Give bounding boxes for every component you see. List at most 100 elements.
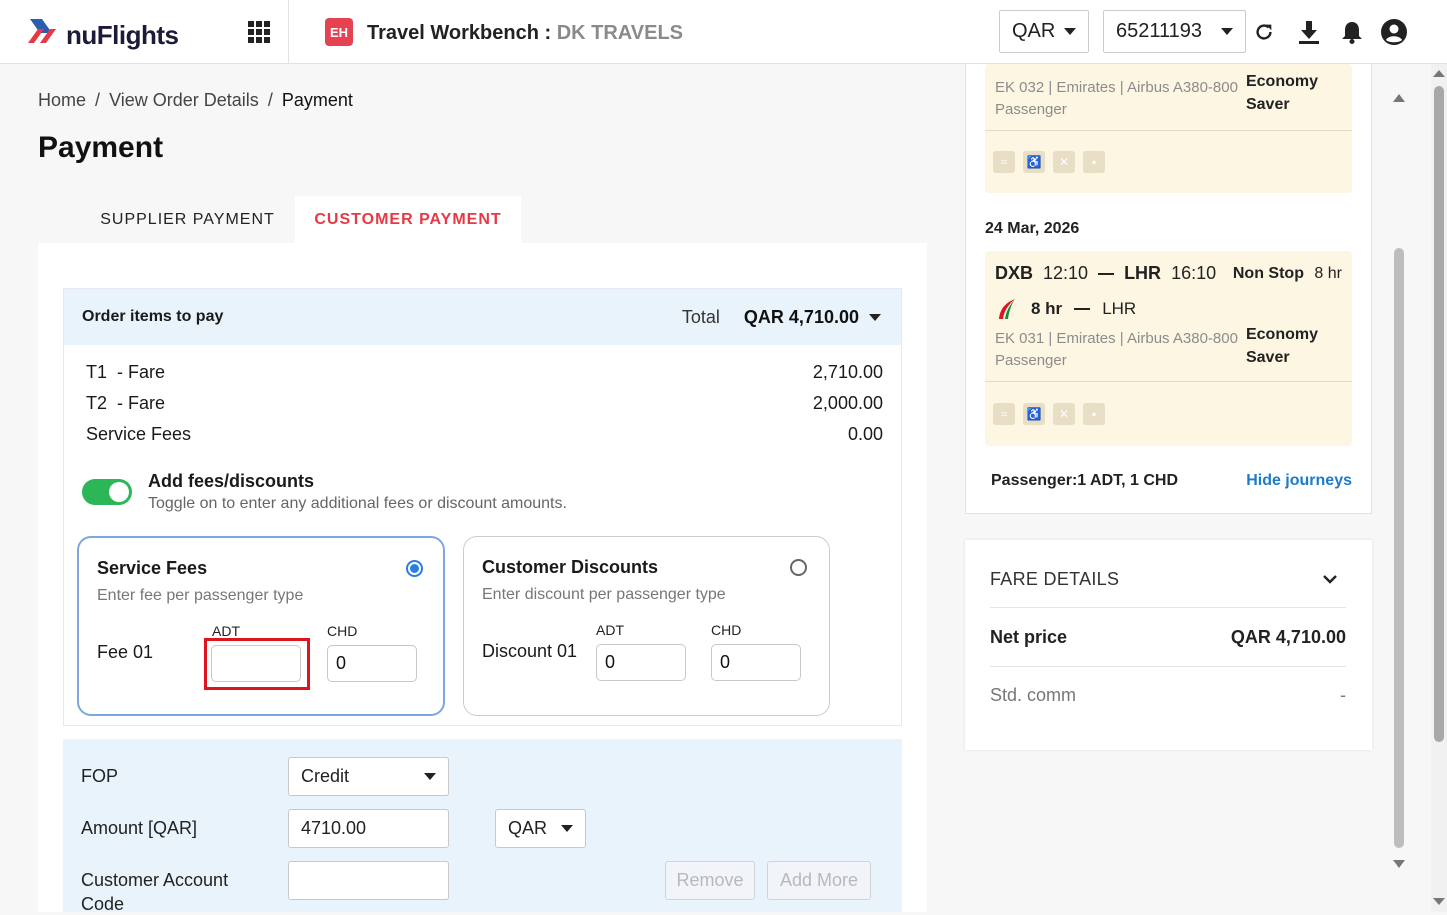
chevron-down-icon[interactable]: [869, 313, 881, 321]
departure-time: 12:10: [1043, 263, 1089, 283]
add-fees-toggle[interactable]: [82, 479, 132, 505]
hide-journeys-link[interactable]: Hide journeys: [1246, 472, 1352, 490]
order-line-item: T2 - Fare 2,000.00: [86, 393, 883, 414]
fare-details-title: FARE DETAILS: [990, 569, 1120, 589]
tab-supplier-payment[interactable]: SUPPLIER PAYMENT: [80, 196, 295, 244]
currency-select[interactable]: QAR: [999, 10, 1089, 53]
breadcrumb-separator: /: [267, 90, 273, 110]
fee-chd-input[interactable]: 0: [327, 645, 417, 682]
discount-adt-input[interactable]: 0: [596, 644, 686, 681]
breadcrumb: Home / View Order Details / Payment: [38, 90, 353, 111]
service-fees-title: Service Fees: [97, 558, 208, 578]
line-item-label: Service Fees: [86, 424, 192, 444]
journey-scrollbar[interactable]: [1385, 88, 1413, 878]
fop-select[interactable]: Credit: [288, 757, 449, 796]
scroll-down-icon[interactable]: [1433, 898, 1445, 905]
fop-value: Credit: [301, 766, 350, 786]
refresh-icon[interactable]: [1251, 19, 1277, 45]
flight-route: DXB 12:10 LHR 16:10: [995, 263, 1216, 284]
seat-icon: ♿: [1023, 151, 1045, 173]
line-item-amount: 2,710.00: [812, 362, 883, 382]
amount-input[interactable]: 4710.00: [288, 809, 449, 848]
amount-label: Amount [QAR]: [81, 818, 198, 838]
agency-name: DK TRAVELS: [556, 22, 684, 44]
breadcrumb-home[interactable]: Home: [38, 90, 86, 110]
chevron-down-icon: [1221, 28, 1233, 35]
brand-logo[interactable]: nuFlights: [28, 13, 179, 50]
emirates-airline-icon: [999, 299, 1015, 319]
std-comm-row: Std. comm -: [990, 685, 1346, 706]
total-duration: 8 hr: [1314, 265, 1342, 282]
notification-bell-icon[interactable]: [1339, 19, 1365, 45]
workbench-title-text: Travel Workbench :: [367, 22, 552, 44]
flight-info: EK 031 | Emirates | Airbus A380-800: [995, 330, 1238, 347]
route-dash: [1074, 308, 1091, 310]
line-item-label: T2 - Fare: [86, 393, 166, 413]
line-item-amount: 2,000.00: [812, 393, 883, 413]
scrollbar-thumb[interactable]: [1434, 86, 1444, 742]
flight-segment-card: DXB 12:10 LHR 16:10 Non Stop 8 hr 8 hr L…: [985, 251, 1352, 446]
add-more-button[interactable]: Add More: [767, 861, 871, 900]
page-scrollbar[interactable]: [1431, 64, 1447, 912]
leg-row: 8 hr LHR: [995, 297, 1136, 321]
scrollbar-thumb[interactable]: [1394, 248, 1404, 848]
arrival-time: 16:10: [1171, 263, 1217, 283]
destination-airport: LHR: [1124, 263, 1162, 283]
journey-panel: EK 032 | Emirates | Airbus A380-800 Pass…: [965, 64, 1372, 514]
wifi-icon: ≈: [993, 403, 1015, 425]
flight-info: EK 032 | Emirates | Airbus A380-800: [995, 79, 1238, 96]
amenities-row: ≈ ♿ ✕ ▪: [993, 403, 1105, 425]
net-price-row: Net price QAR 4,710.00: [990, 627, 1346, 648]
amount-currency-select[interactable]: QAR: [495, 809, 586, 848]
baggage-icon: ▪: [1083, 151, 1105, 173]
discount-chd-input[interactable]: 0: [711, 644, 801, 681]
apps-grid-icon[interactable]: [248, 21, 270, 43]
meal-icon: ✕: [1053, 403, 1075, 425]
customer-payment-panel: Order items to pay Total QAR 4,710.00 T1…: [38, 243, 927, 914]
divider: [990, 607, 1346, 608]
page-title: Payment: [38, 131, 164, 164]
std-comm-value: -: [1340, 685, 1346, 705]
remove-button[interactable]: Remove: [665, 861, 755, 900]
chd-label: CHD: [711, 622, 742, 638]
chevron-down-icon: [561, 825, 573, 832]
order-items-box: Order items to pay Total QAR 4,710.00 T1…: [63, 288, 902, 726]
add-fees-title: Add fees/discounts: [148, 471, 315, 491]
baggage-icon: ▪: [1083, 403, 1105, 425]
line-item-amount: 0.00: [847, 424, 883, 444]
service-fees-card[interactable]: Service Fees Enter fee per passenger typ…: [77, 536, 445, 716]
customer-discounts-card[interactable]: Customer Discounts Enter discount per pa…: [463, 536, 830, 716]
scroll-up-icon[interactable]: [1433, 70, 1445, 77]
fop-label: FOP: [81, 766, 119, 786]
account-code-input[interactable]: [288, 861, 449, 900]
std-comm-label: Std. comm: [990, 685, 1077, 705]
wifi-icon: ≈: [993, 151, 1015, 173]
segment-divider: [985, 130, 1352, 131]
cabin-class-line: Economy: [1245, 73, 1318, 90]
service-fees-radio[interactable]: [406, 560, 423, 577]
net-price-value: QAR 4,710.00: [1230, 627, 1346, 647]
download-icon[interactable]: [1296, 19, 1322, 45]
account-code-label: Customer Account: [81, 870, 229, 890]
order-items-header[interactable]: Order items to pay Total QAR 4,710.00: [64, 289, 901, 345]
flight-segment-card: EK 032 | Emirates | Airbus A380-800 Pass…: [985, 64, 1352, 193]
chevron-down-icon[interactable]: [1322, 573, 1338, 585]
tab-customer-payment[interactable]: CUSTOMER PAYMENT: [295, 196, 521, 244]
leg-duration: 8 hr: [1031, 299, 1063, 318]
customer-discounts-radio[interactable]: [790, 559, 807, 576]
amount-currency-value: QAR: [508, 818, 548, 838]
order-line-item: T1 - Fare 2,710.00: [86, 362, 883, 383]
header-divider: [288, 0, 289, 64]
user-account-icon[interactable]: [1381, 19, 1407, 45]
cabin-class: Economy Saver: [1246, 70, 1318, 116]
fare-details-card: FARE DETAILS Net price QAR 4,710.00 Std.…: [965, 540, 1372, 750]
chd-label: CHD: [327, 623, 358, 639]
breadcrumb-view-order[interactable]: View Order Details: [109, 90, 259, 110]
scroll-down-icon[interactable]: [1393, 860, 1405, 868]
cabin-class-line: Saver: [1245, 349, 1290, 366]
form-of-payment-section: FOP Credit Amount [QAR] 4710.00 QAR Cust…: [63, 739, 902, 914]
highlight-box: [204, 638, 310, 690]
account-select[interactable]: 65211193: [1103, 10, 1246, 53]
scroll-up-icon[interactable]: [1393, 94, 1405, 102]
origin-airport: DXB: [995, 263, 1034, 283]
